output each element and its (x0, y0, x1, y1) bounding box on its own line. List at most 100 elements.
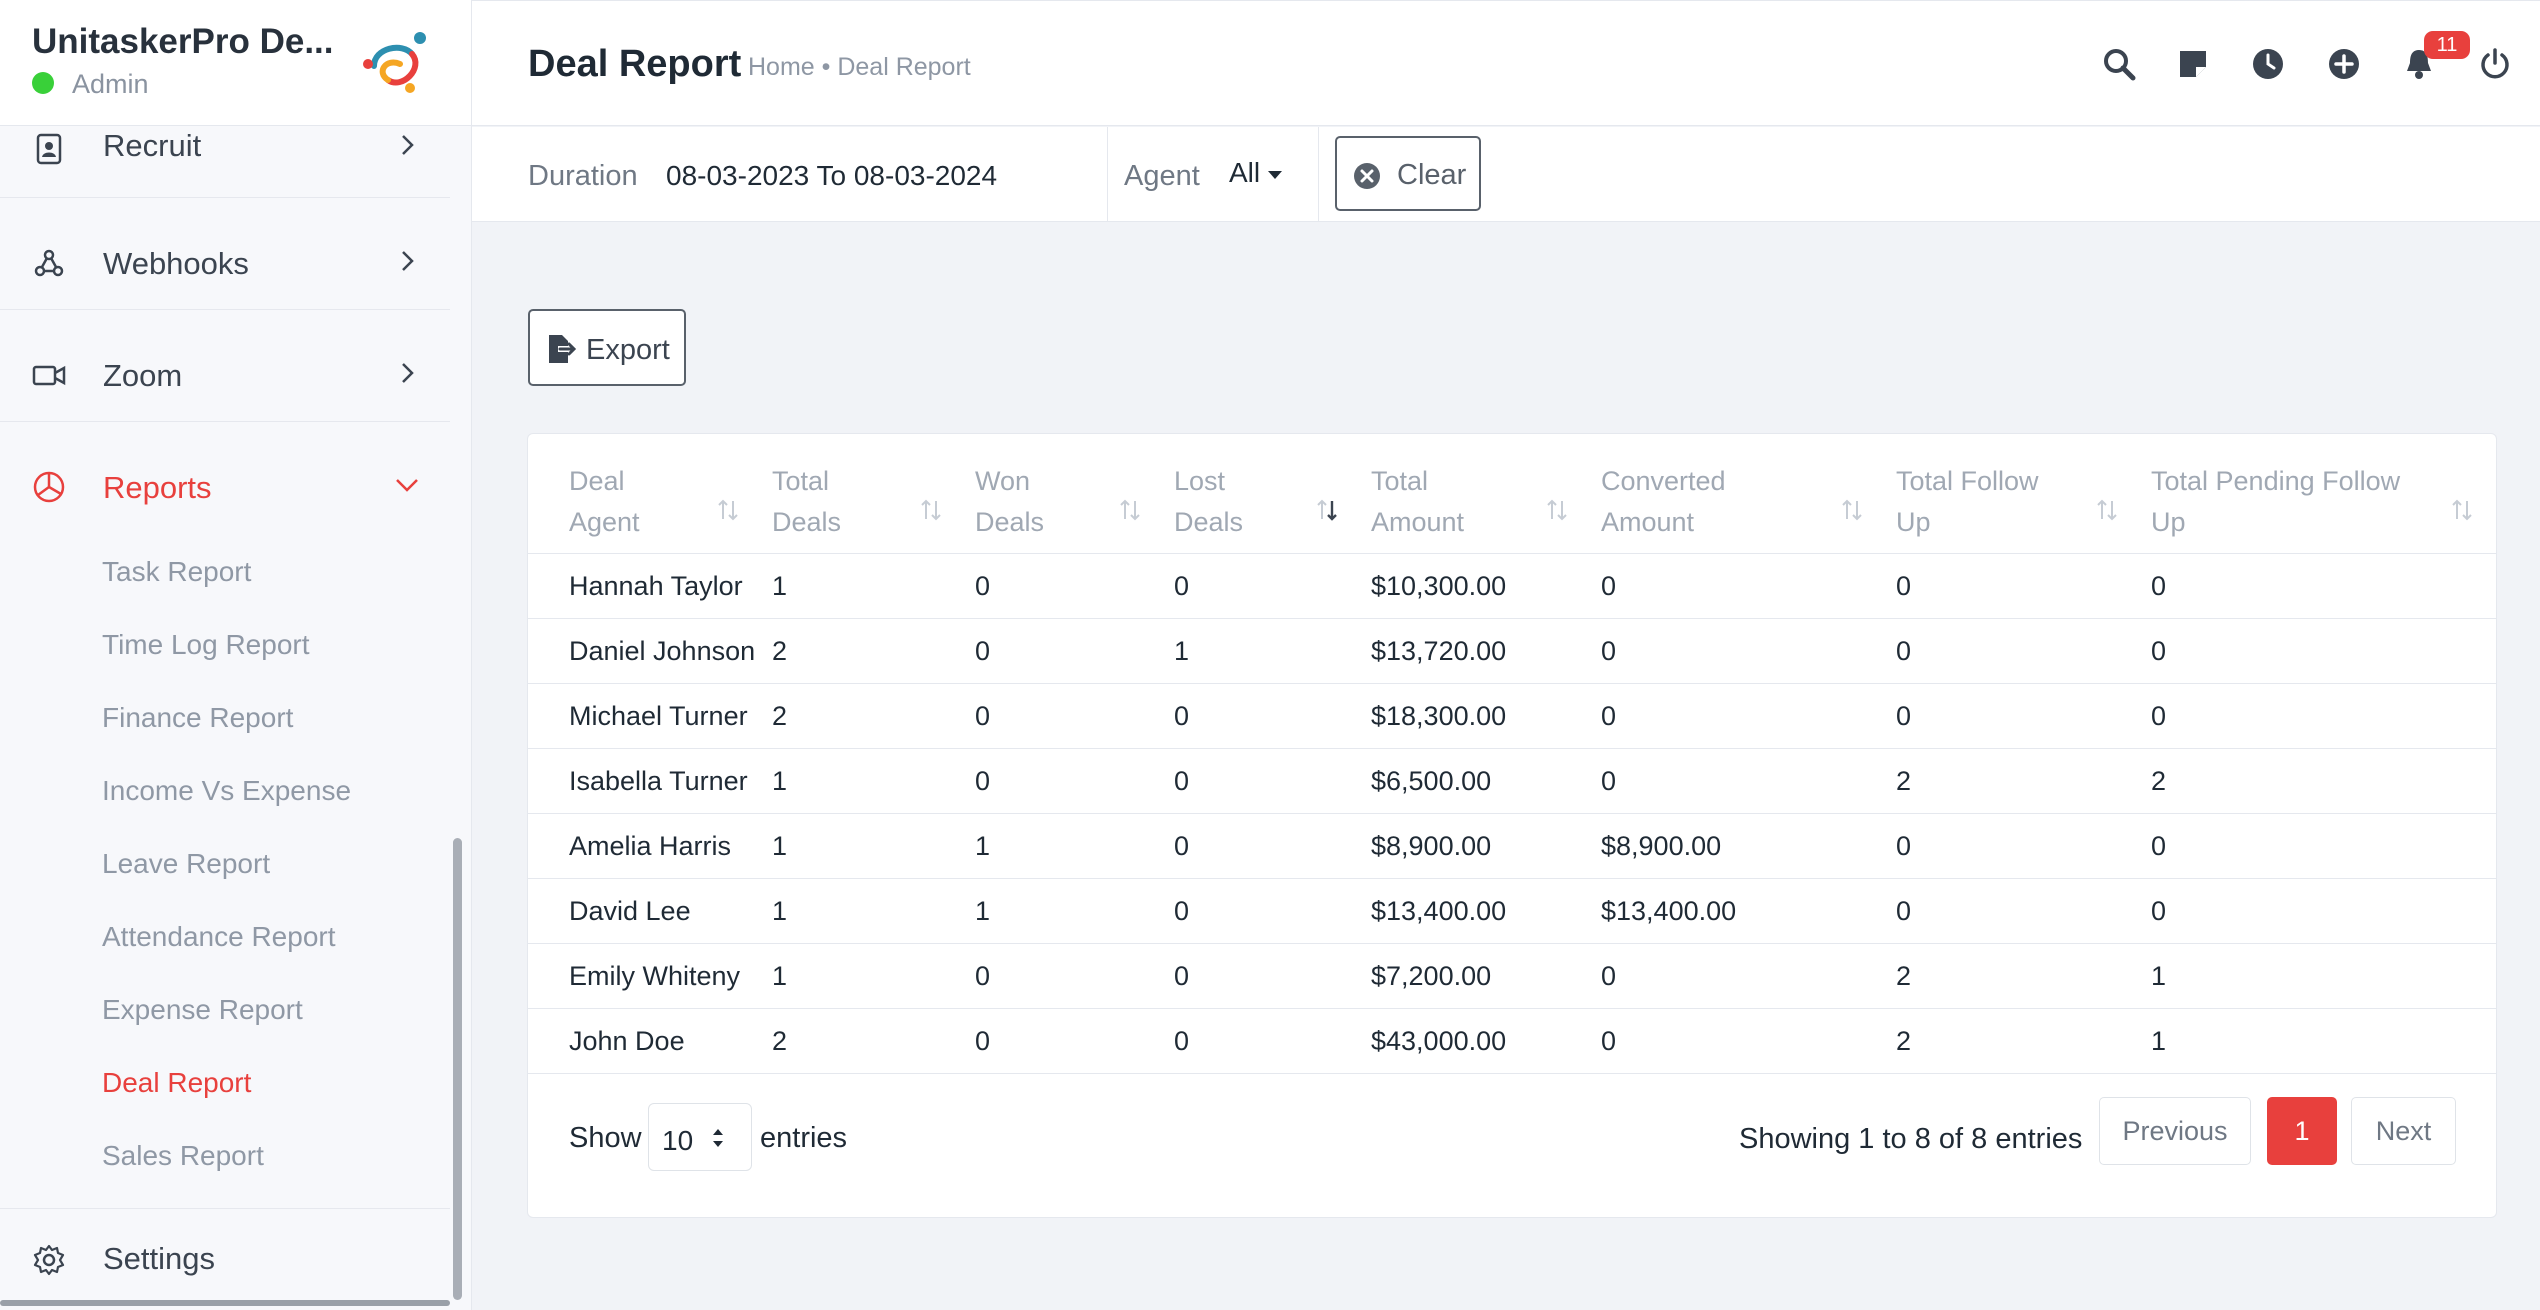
table-cell: 1 (772, 766, 788, 796)
submenu-time-log-report[interactable]: Time Log Report (102, 629, 310, 661)
table-cell: 0 (1896, 896, 1912, 926)
table-cell: 2 (772, 636, 788, 666)
sort-icon[interactable] (2450, 497, 2474, 523)
search-icon[interactable] (2102, 47, 2136, 81)
table-cell: $8,900.00 (1601, 831, 1722, 861)
export-button[interactable]: Export (528, 309, 686, 386)
sidebar-item-webhooks[interactable]: Webhooks (0, 198, 450, 310)
table-cell: 0 (1896, 636, 1912, 666)
sort-icon[interactable] (716, 497, 740, 523)
table-cell: Amelia Harris (569, 831, 732, 861)
header-line: Amount (1371, 507, 1465, 537)
table-cell: 0 (1174, 831, 1190, 861)
table-cell: 1 (772, 961, 788, 991)
page-1-button[interactable]: 1 (2267, 1097, 2337, 1165)
sidebar-scrollbar[interactable] (453, 838, 462, 1300)
sort-icon[interactable] (1545, 497, 1569, 523)
table-cell: 0 (1174, 701, 1190, 731)
entries-per-page-select[interactable]: 10 (648, 1103, 752, 1171)
column-header-total-deals[interactable]: Total Deals (772, 461, 841, 543)
power-icon[interactable] (2478, 47, 2512, 81)
table-cell: David Lee (569, 896, 691, 926)
sort-icon[interactable] (1840, 497, 1864, 523)
sidebar-item-zoom[interactable]: Zoom (0, 310, 450, 422)
table-cell: 0 (975, 701, 991, 731)
agent-dropdown[interactable]: All (1229, 157, 1283, 189)
table-cell: 0 (1174, 961, 1190, 991)
clear-label: Clear (1397, 159, 1467, 191)
column-header-total-follow-up[interactable]: Total Follow Up (1896, 461, 2039, 543)
clear-filters-button[interactable]: Clear (1335, 136, 1481, 211)
sort-icon[interactable] (2095, 497, 2119, 523)
table-cell: 1 (1174, 636, 1190, 666)
breadcrumb[interactable]: Home • Deal Report (748, 53, 971, 82)
submenu-attendance-report[interactable]: Attendance Report (102, 921, 336, 953)
table-row-divider (528, 1008, 2496, 1009)
table-cell: 0 (1896, 701, 1912, 731)
column-header-converted-amount[interactable]: Converted Amount (1601, 461, 1726, 543)
submenu-expense-report[interactable]: Expense Report (102, 994, 303, 1026)
chevron-down-icon (396, 479, 418, 492)
sidebar-item-recruit[interactable]: Recruit (0, 94, 450, 198)
column-header-total-pending-follow-up[interactable]: Total Pending Follow Up (2151, 461, 2400, 543)
table-row-divider (528, 618, 2496, 619)
sidebar-item-settings[interactable]: Settings (0, 1208, 450, 1310)
header-line: Agent (569, 507, 640, 537)
column-header-total-amount[interactable]: Total Amount (1371, 461, 1464, 543)
table-row-divider (528, 683, 2496, 684)
sort-descending-icon[interactable] (1315, 497, 1339, 523)
table-cell: 1 (772, 896, 788, 926)
header-line: Total (772, 466, 830, 496)
sidebar-item-reports[interactable]: Reports (0, 422, 450, 534)
header-line: Total Follow (1896, 466, 2039, 496)
notification-count-badge: 11 (2424, 31, 2470, 59)
header-line: Amount (1601, 507, 1695, 537)
chevron-right-icon (402, 363, 414, 383)
sort-icon[interactable] (1118, 497, 1142, 523)
sort-icon[interactable] (919, 497, 943, 523)
submenu-income-vs-expense[interactable]: Income Vs Expense (102, 775, 351, 807)
header-line: Converted (1601, 466, 1726, 496)
duration-input[interactable]: 08-03-2023 To 08-03-2024 (666, 160, 997, 192)
next-page-button[interactable]: Next (2351, 1097, 2456, 1165)
plus-circle-icon[interactable] (2327, 47, 2361, 81)
table-cell: John Doe (569, 1026, 685, 1056)
previous-page-button[interactable]: Previous (2099, 1097, 2251, 1165)
table-cell: 0 (1601, 571, 1617, 601)
submenu-finance-report[interactable]: Finance Report (102, 702, 293, 734)
table-cell: 0 (1601, 1026, 1617, 1056)
table-cell: 2 (1896, 961, 1912, 991)
id-badge-icon (36, 133, 62, 165)
sidebar-item-label: Recruit (103, 128, 202, 163)
company-logo[interactable] (362, 28, 432, 98)
table-cell: 0 (1601, 636, 1617, 666)
submenu-sales-report[interactable]: Sales Report (102, 1140, 264, 1172)
submenu-leave-report[interactable]: Leave Report (102, 848, 270, 880)
table-cell: $8,900.00 (1371, 831, 1492, 861)
header-line: Up (2151, 507, 2186, 537)
filter-divider (1107, 127, 1108, 221)
horizontal-scrollbar[interactable] (0, 1300, 450, 1306)
column-header-deal-agent[interactable]: Deal Agent (569, 461, 640, 543)
sidebar-item-label: Settings (103, 1241, 216, 1276)
table-cell: 0 (1896, 831, 1912, 861)
table-cell: 0 (2151, 831, 2167, 861)
column-header-won-deals[interactable]: Won Deals (975, 461, 1044, 543)
table-cell: 2 (1896, 766, 1912, 796)
submenu-task-report[interactable]: Task Report (102, 556, 251, 588)
select-arrows-icon (713, 1129, 723, 1147)
duration-label: Duration (528, 160, 638, 192)
header-line: Up (1896, 507, 1931, 537)
column-header-lost-deals[interactable]: Lost Deals (1174, 461, 1243, 543)
clock-icon[interactable] (2251, 47, 2285, 81)
table-cell: 0 (975, 766, 991, 796)
sticky-note-icon[interactable] (2176, 47, 2210, 81)
filter-bar: Duration 08-03-2023 To 08-03-2024 Agent … (472, 127, 2540, 222)
submenu-deal-report[interactable]: Deal Report (102, 1067, 251, 1099)
company-name[interactable]: UnitaskerPro De... (32, 22, 334, 62)
header-line: Deals (975, 507, 1045, 537)
table-cell: 0 (1174, 766, 1190, 796)
table-cell: $7,200.00 (1371, 961, 1492, 991)
sidebar-item-label: Reports (103, 470, 212, 505)
chevron-right-icon (402, 251, 414, 271)
